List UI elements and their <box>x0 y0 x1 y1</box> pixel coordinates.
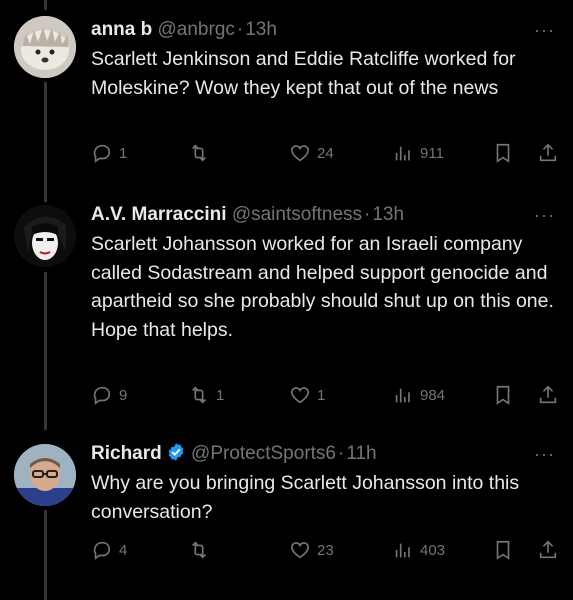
display-name[interactable]: anna b <box>91 19 152 40</box>
tweet[interactable]: A.V. Marraccini @saintsoftness · 13h ··· S… <box>0 190 573 410</box>
views-icon <box>395 543 410 558</box>
retweet-icon <box>191 144 207 162</box>
like-count: 1 <box>317 386 326 404</box>
bookmark-button[interactable] <box>492 538 514 562</box>
avatar[interactable] <box>14 444 76 506</box>
retweet-button[interactable] <box>188 141 216 165</box>
bookmark-icon <box>496 143 510 163</box>
reply-icon <box>93 541 111 560</box>
reply-count: 4 <box>119 541 128 559</box>
retweet-button[interactable]: 1 <box>188 383 224 407</box>
tweet-text: Why are you bringing Scarlett Johansson … <box>91 472 520 523</box>
reply-button[interactable]: 9 <box>91 383 127 407</box>
avatar[interactable] <box>14 16 76 78</box>
avatar[interactable] <box>14 205 76 267</box>
separator: · <box>364 204 371 225</box>
display-name[interactable]: Richard <box>91 443 162 464</box>
like-button[interactable]: 24 <box>289 141 334 165</box>
like-button[interactable]: 23 <box>289 538 334 562</box>
reply-icon <box>93 386 111 405</box>
separator: · <box>338 443 345 464</box>
views-button[interactable]: 984 <box>392 383 445 407</box>
display-name[interactable]: A.V. Marraccini <box>91 204 227 225</box>
retweet-count: 1 <box>216 386 225 404</box>
more-icon[interactable]: ··· <box>534 445 555 463</box>
tweet-text: Scarlett Johansson worked for an Israeli… <box>91 233 554 341</box>
action-bar: 9 1 1 984 <box>0 383 573 407</box>
tweet[interactable]: anna b @anbrgc · 13h ··· Scarlett Jenkinso… <box>0 0 573 190</box>
views-count: 984 <box>420 386 446 404</box>
bookmark-button[interactable] <box>492 141 514 165</box>
handle[interactable]: @ProtectSports6 <box>191 443 336 464</box>
verified-badge-icon <box>166 442 186 469</box>
timestamp[interactable]: 13h <box>372 204 404 225</box>
reply-button[interactable]: 1 <box>91 141 127 165</box>
views-count: 911 <box>420 144 444 162</box>
views-count: 403 <box>420 541 446 559</box>
share-icon <box>539 143 557 162</box>
share-button[interactable] <box>537 141 559 165</box>
handle[interactable]: @anbrgc <box>158 19 235 40</box>
share-button[interactable] <box>537 538 559 562</box>
share-icon <box>539 540 557 559</box>
like-icon <box>290 542 310 559</box>
retweet-icon <box>191 541 207 559</box>
views-icon <box>395 388 410 403</box>
bookmark-icon <box>496 540 510 560</box>
like-count: 24 <box>317 144 334 162</box>
like-icon <box>290 387 310 404</box>
more-icon[interactable]: ··· <box>534 21 555 39</box>
like-button[interactable]: 1 <box>289 383 325 407</box>
share-icon <box>539 385 557 404</box>
retweet-icon <box>191 386 207 404</box>
bookmark-button[interactable] <box>492 383 514 407</box>
action-bar: 1 24 911 <box>0 141 573 165</box>
handle[interactable]: @saintsoftness <box>232 204 362 225</box>
views-icon <box>395 146 410 161</box>
tweet-text: Scarlett Jenkinson and Eddie Ratcliffe w… <box>91 48 516 99</box>
bookmark-icon <box>496 385 510 405</box>
reply-icon <box>93 144 111 163</box>
share-button[interactable] <box>537 383 559 407</box>
views-button[interactable]: 911 <box>392 141 444 165</box>
like-icon <box>290 145 310 162</box>
reply-button[interactable]: 4 <box>91 538 127 562</box>
timestamp[interactable]: 11h <box>346 443 376 464</box>
more-icon[interactable]: ··· <box>534 206 555 224</box>
reply-count: 1 <box>119 144 128 162</box>
views-button[interactable]: 403 <box>392 538 445 562</box>
timestamp[interactable]: 13h <box>245 19 277 40</box>
retweet-button[interactable] <box>188 538 216 562</box>
tweet[interactable]: Richard @ProtectSports6 · 11h ··· Why are … <box>0 430 573 600</box>
separator: · <box>236 19 244 40</box>
reply-count: 9 <box>119 386 128 404</box>
like-count: 23 <box>317 541 334 559</box>
action-bar: 4 23 403 <box>0 538 573 562</box>
